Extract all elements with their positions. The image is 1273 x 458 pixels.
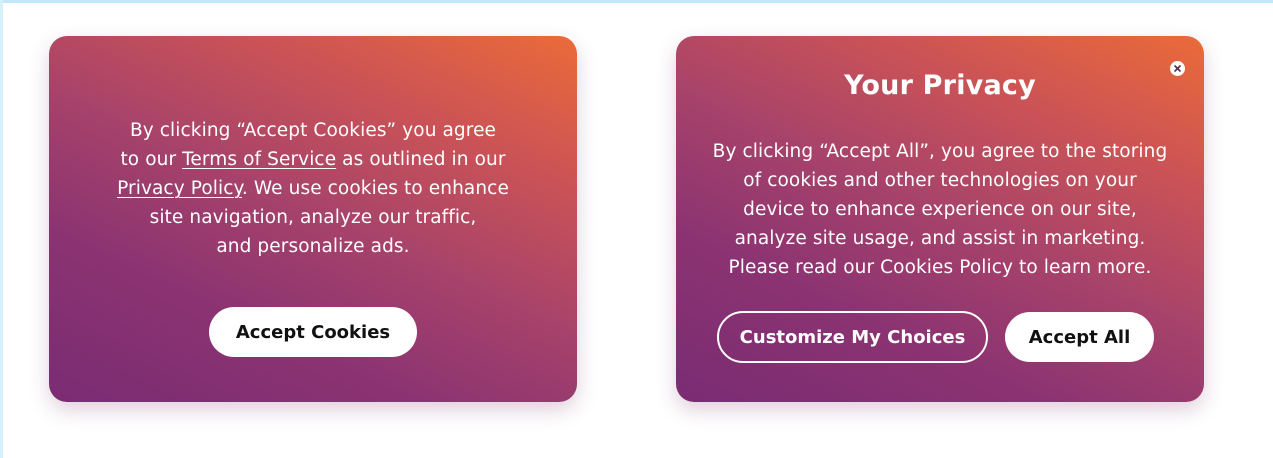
text-segment: to our [120, 149, 183, 170]
text-segment: . We use cookies to enhance [241, 178, 509, 199]
privacy-title: Your Privacy [844, 70, 1036, 101]
text-line: site navigation, analyze our traffic, [69, 203, 557, 232]
text-segment: and personalize ads. [216, 236, 410, 257]
privacy-banner-text: By clicking “Accept All”, you agree to t… [690, 137, 1190, 282]
text-line: Privacy Policy. We use cookies to enhanc… [69, 174, 557, 203]
frame-top-border [0, 0, 1273, 3]
cookie-banner-text: By clicking “Accept Cookies” you agree t… [69, 116, 557, 261]
text-segment: site navigation, analyze our traffic, [149, 207, 477, 228]
text-line: Please read our Cookies Policy to learn … [728, 257, 1152, 278]
privacy-banner: Your Privacy By clicking “Accept All”, y… [676, 36, 1204, 402]
text-line: and personalize ads. [69, 232, 557, 261]
text-segment: By clicking “Accept Cookies” you agree [129, 120, 497, 141]
text-line: device to enhance experience on our site… [743, 199, 1137, 220]
text-line: to our Terms of Service as outlined in o… [69, 145, 557, 174]
accept-all-button[interactable]: Accept All [1005, 312, 1154, 362]
accept-cookies-button[interactable]: Accept Cookies [209, 307, 417, 357]
text-line: By clicking “Accept All”, you agree to t… [712, 141, 1168, 162]
text-line: analyze site usage, and assist in market… [734, 228, 1146, 249]
text-segment: as outlined in our [336, 149, 506, 170]
text-line: By clicking “Accept Cookies” you agree [69, 116, 557, 145]
frame-left-border [0, 0, 3, 458]
privacy-policy-link[interactable]: Privacy Policy [117, 178, 242, 199]
cookie-banner-simple: By clicking “Accept Cookies” you agree t… [49, 36, 577, 402]
terms-of-service-link[interactable]: Terms of Service [182, 149, 336, 170]
text-line: of cookies and other technologies on you… [743, 170, 1137, 191]
customize-choices-button[interactable]: Customize My Choices [717, 311, 988, 363]
